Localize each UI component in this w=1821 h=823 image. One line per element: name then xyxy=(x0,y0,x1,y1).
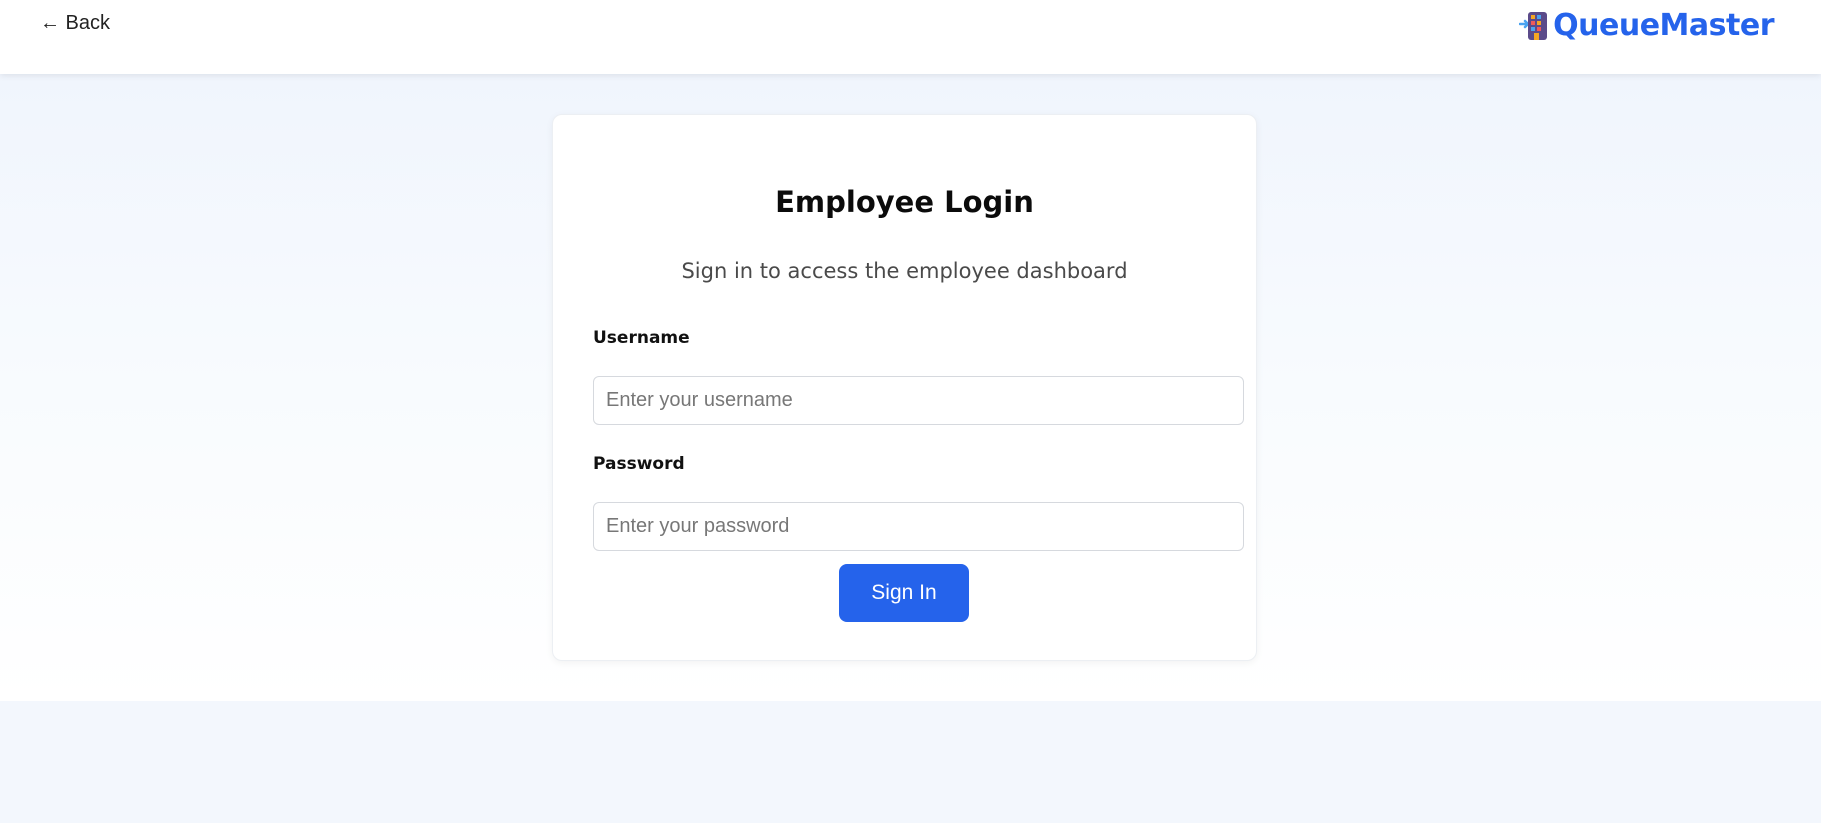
password-input[interactable] xyxy=(593,502,1244,551)
password-label: Password xyxy=(593,454,685,474)
page-subtitle: Sign in to access the employee dashboard xyxy=(681,259,1128,283)
brand-logo[interactable]: QueueMaster xyxy=(1518,8,1774,43)
building-queue-icon xyxy=(1518,10,1549,42)
username-input[interactable] xyxy=(593,376,1244,425)
login-card: Employee Login Sign in to access the emp… xyxy=(552,114,1257,661)
page-title: Employee Login xyxy=(775,185,1034,219)
sign-in-button[interactable]: Sign In xyxy=(839,564,969,622)
top-header: ← Back QueueMaster xyxy=(0,0,1821,74)
brand-name: QueueMaster xyxy=(1553,8,1774,43)
username-label: Username xyxy=(593,328,690,348)
back-link[interactable]: ← Back xyxy=(40,12,110,35)
